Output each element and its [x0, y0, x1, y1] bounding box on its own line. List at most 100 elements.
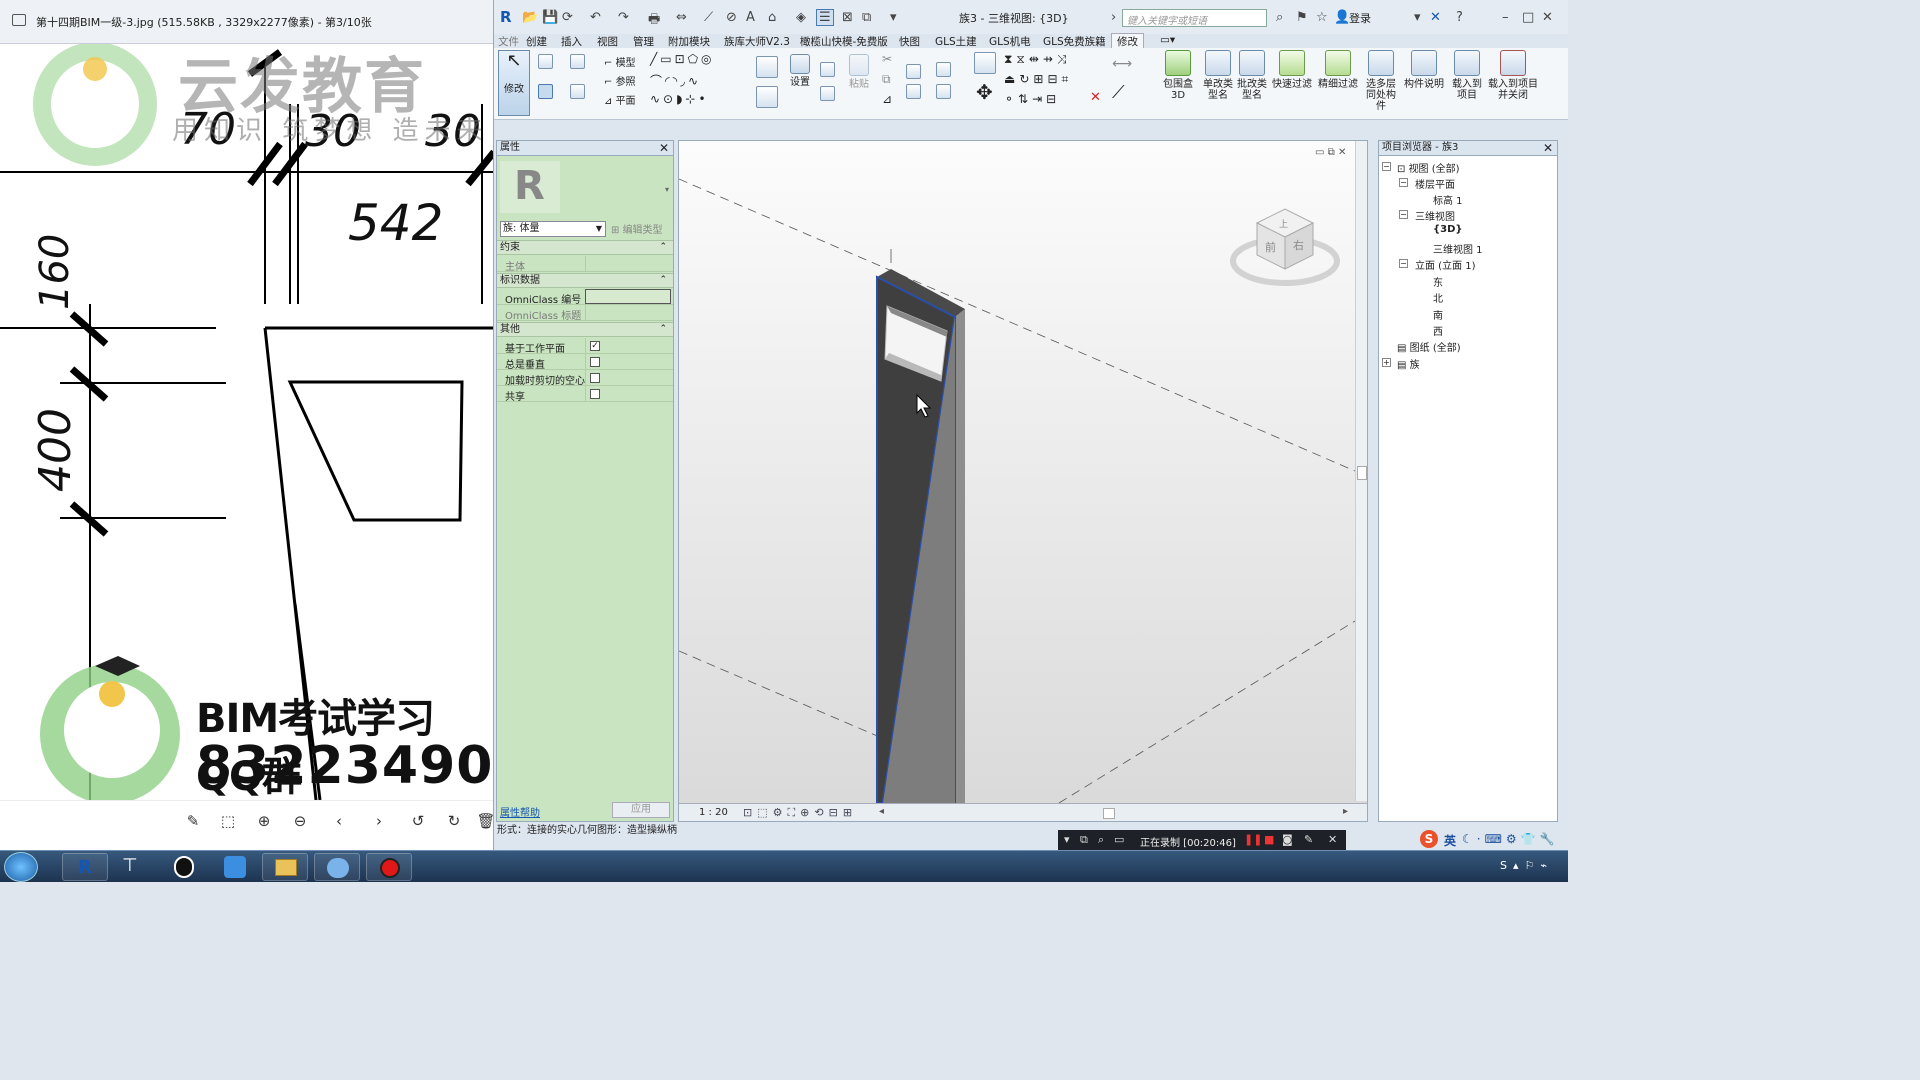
draw-tools-row1[interactable]: ╱▭⊡⬠◎: [650, 52, 715, 66]
tree-north[interactable]: 北: [1433, 290, 1443, 305]
type-properties-icon[interactable]: [570, 84, 585, 99]
zoom-out-icon[interactable]: ⊖: [290, 811, 310, 831]
edit-type-button[interactable]: ⊞ 编辑类型: [611, 221, 663, 236]
taskbar-revit[interactable]: R: [62, 853, 108, 881]
tree-level-1[interactable]: 标高 1: [1433, 192, 1463, 207]
horizontal-scroll-thumb[interactable]: [1103, 808, 1115, 819]
tab-quick-view[interactable]: 快图: [899, 34, 920, 49]
modify-tools-row1[interactable]: ⧗⧖⇹⇸⤨: [1004, 52, 1071, 67]
collapse-floorplans-icon[interactable]: −: [1399, 178, 1408, 187]
bbox3d-button[interactable]: 包围盒3D: [1156, 50, 1200, 101]
split-face-icon[interactable]: [936, 84, 951, 99]
text-icon[interactable]: A: [746, 10, 755, 25]
tab-view[interactable]: 视图: [597, 34, 618, 49]
omniclass-number-field[interactable]: [585, 289, 671, 304]
always-vertical-checkbox[interactable]: [590, 357, 600, 367]
maximize-icon[interactable]: □: [1522, 10, 1534, 25]
view-window-controls[interactable]: ▭ ⧉ ✕: [1315, 147, 1346, 158]
save-icon[interactable]: 💾: [542, 10, 558, 25]
ime-tool-icons[interactable]: ☾·⌨⚙👕🔧: [1462, 832, 1559, 846]
collapse-views-icon[interactable]: −: [1382, 162, 1391, 171]
load-to-project-button[interactable]: 载入到项目: [1448, 50, 1486, 101]
dimension-tool-icon[interactable]: ⟋: [1112, 82, 1125, 103]
viewcube-icon[interactable]: 前 右 上: [1230, 208, 1340, 286]
match-properties-icon[interactable]: ⊿: [882, 92, 892, 106]
form-icon[interactable]: [756, 56, 778, 78]
edit-icon[interactable]: ✎: [183, 811, 203, 831]
expand-families-icon[interactable]: +: [1382, 358, 1391, 367]
taskbar-qq[interactable]: [162, 853, 208, 881]
close-icon[interactable]: ✕: [1543, 141, 1553, 155]
view-control-icons[interactable]: ⊡⬚⚙⛶⊕⟲⊟⊞: [743, 806, 857, 820]
close-icon[interactable]: ✕: [659, 141, 669, 155]
batch-rename-button[interactable]: 批改类型名: [1236, 50, 1268, 101]
close-hidden-icon[interactable]: ⊠: [842, 10, 853, 25]
undo-icon[interactable]: ↶: [590, 10, 601, 25]
measure-icon[interactable]: ⇔: [676, 10, 687, 25]
taskbar-recorder[interactable]: [366, 853, 412, 881]
section-identity[interactable]: 标识数据 ⌃: [497, 273, 673, 288]
family-type-select[interactable]: 族: 体量 ▼: [500, 221, 606, 237]
copy-icon[interactable]: ⧉: [882, 72, 891, 87]
binoculars-icon[interactable]: ⌕: [1276, 10, 1283, 25]
tab-create[interactable]: 创建: [526, 34, 547, 49]
taskbar-explorer[interactable]: [262, 853, 308, 881]
vertical-scrollbar[interactable]: [1355, 141, 1367, 801]
rotate-left-icon[interactable]: ↺: [408, 811, 428, 831]
redo-icon[interactable]: ↷: [618, 10, 629, 25]
crop-icon[interactable]: ⬚: [218, 811, 238, 831]
tree-3d-views[interactable]: 三维视图: [1415, 208, 1455, 223]
close-window-icon[interactable]: ✕: [1542, 10, 1553, 25]
quick-filter-button[interactable]: 快速过滤: [1270, 50, 1314, 90]
tab-insert[interactable]: 插入: [561, 34, 582, 49]
tree-west[interactable]: 西: [1433, 323, 1443, 338]
modify-tools-row2[interactable]: ⏏↻⊞⊟⌗: [1004, 72, 1072, 87]
switch-windows-icon[interactable]: ⧉: [862, 10, 871, 25]
open-icon[interactable]: 📂: [522, 10, 538, 25]
taskbar-photos[interactable]: [314, 853, 360, 881]
draw-tools-row3[interactable]: ∿⊙◗⊹•: [650, 92, 709, 106]
system-tray-icons[interactable]: S▴⚐⌁: [1500, 859, 1553, 872]
pause-icon[interactable]: ❚❚: [1244, 833, 1262, 846]
tab-family-master[interactable]: 族库大师V2.3: [724, 34, 790, 49]
tab-addins[interactable]: 附加模块: [668, 34, 710, 49]
shared-checkbox[interactable]: [590, 389, 600, 399]
exchange-icon[interactable]: ✕: [1430, 10, 1441, 25]
multi-layer-select-button[interactable]: 选多层同处构件: [1362, 50, 1400, 112]
set-workplane-button[interactable]: 设置: [788, 54, 812, 88]
tree-sheets[interactable]: ▤ 图纸 (全部): [1397, 339, 1461, 354]
join-geometry-icon[interactable]: [906, 64, 921, 79]
stop-icon[interactable]: ■: [1264, 833, 1274, 846]
dimension-icon[interactable]: ⟋: [704, 10, 713, 25]
family-category-icon[interactable]: [570, 54, 585, 69]
tree-views-all[interactable]: ⊡ 视图 (全部): [1397, 160, 1460, 175]
sogou-icon[interactable]: S: [1420, 830, 1438, 848]
view-scale[interactable]: 1 : 20: [699, 807, 728, 818]
thin-lines-icon[interactable]: ☰: [816, 9, 834, 26]
3d-view-canvas[interactable]: 前 右 上 ▭ ⧉ ✕ 1 : 20 ⊡⬚⚙⛶⊕⟲⊟⊞ ◂ ▸: [678, 140, 1368, 822]
tab-gls-mep[interactable]: GLS机电: [989, 34, 1031, 49]
tag-icon[interactable]: ⊘: [726, 10, 737, 25]
scroll-thumb[interactable]: [1357, 466, 1367, 480]
reference-line-button[interactable]: ⌐ 参照: [604, 73, 636, 88]
move-icon[interactable]: ✥: [976, 80, 993, 104]
work-plane-based-checkbox[interactable]: ✓: [590, 341, 600, 351]
preview-dropdown-icon[interactable]: ▾: [665, 185, 669, 194]
tab-gls-family[interactable]: GLS免费族籍: [1043, 34, 1106, 49]
ribbon-minimize-icon[interactable]: ▭▾: [1160, 34, 1175, 46]
tab-gls-civil[interactable]: GLS土建: [935, 34, 977, 49]
measure-tool-icon[interactable]: ⟷: [1112, 56, 1132, 72]
align-icon[interactable]: [974, 52, 996, 74]
tab-modify[interactable]: 修改: [1111, 33, 1144, 49]
properties-toggle-icon[interactable]: [538, 84, 553, 99]
start-button[interactable]: [4, 852, 38, 882]
taskbar-tool[interactable]: ⊤: [112, 853, 158, 881]
modify-tools-row3[interactable]: ⚬⇅⇥⊟: [1004, 92, 1060, 106]
recorder-menu-icon[interactable]: ▾: [1064, 833, 1070, 846]
camera-icon[interactable]: ◙: [1282, 833, 1293, 846]
rotate-right-icon[interactable]: ↻: [444, 811, 464, 831]
taskbar-bird-app[interactable]: [212, 853, 258, 881]
tree-3d-view-active[interactable]: {3D}: [1433, 224, 1463, 235]
collapse-elevations-icon[interactable]: −: [1399, 259, 1408, 268]
paint-icon[interactable]: [906, 84, 921, 99]
